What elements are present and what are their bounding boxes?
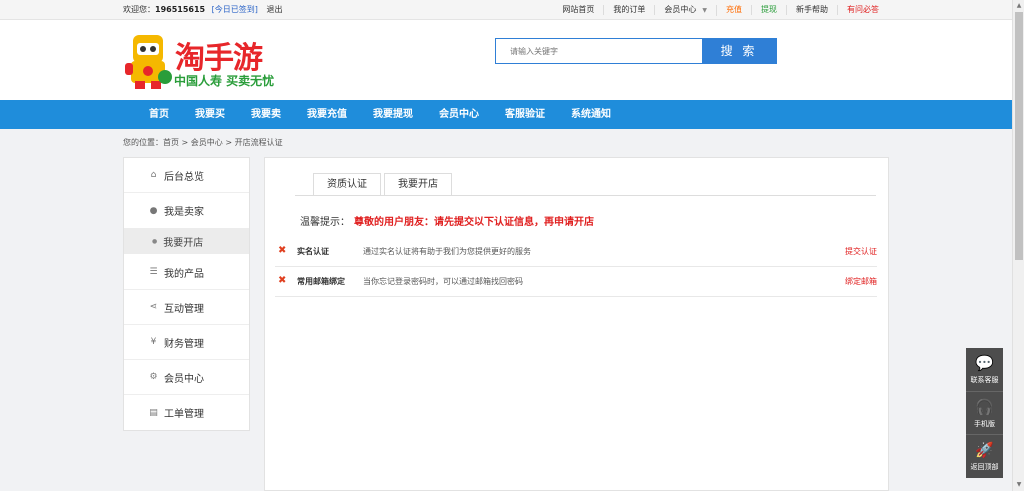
nav-item-withdraw[interactable]: 我要提现 — [360, 100, 426, 129]
yen-icon: ¥ — [150, 337, 157, 347]
sidebar-item-overview[interactable]: ⌂ 后台总览 — [124, 158, 249, 193]
gears-icon: ⚙ — [149, 372, 158, 382]
nav-item-sell[interactable]: 我要卖 — [238, 100, 294, 129]
submit-verification-link[interactable]: 提交认证 — [845, 246, 877, 257]
main-nav: 首页 我要买 我要卖 我要充值 我要提现 会员中心 客服验证 系统通知 — [0, 100, 1012, 129]
sidebar-item-label: 我的产品 — [164, 268, 204, 280]
sidebar-item-label: 财务管理 — [164, 338, 204, 350]
top-link-member-center[interactable]: 会员中心 ▼ — [655, 4, 717, 16]
welcome-text: 欢迎您： — [123, 5, 155, 14]
top-link-recharge[interactable]: 充值 — [717, 5, 752, 15]
chat-icon: 💬 — [975, 354, 994, 372]
sidebar-item-label: 工单管理 — [164, 409, 204, 420]
float-widget: 💬 联系客服 🎧 手机版 🚀 返回顶部 — [966, 348, 1003, 478]
tab-open-shop[interactable]: 我要开店 — [384, 173, 452, 195]
top-link-help[interactable]: 新手帮助 — [787, 5, 838, 15]
logout-link[interactable]: 退出 — [266, 5, 282, 14]
user-icon: ● — [149, 205, 158, 216]
signed-in-link[interactable]: [今日已签到] — [212, 5, 258, 14]
row-title: 实名认证 — [297, 247, 329, 256]
chevron-down-icon: ▼ — [702, 6, 707, 14]
brand-name: 淘手游 — [175, 41, 263, 76]
nav-item-member-center[interactable]: 会员中心 — [426, 100, 492, 129]
list-icon: ☰ — [149, 267, 158, 277]
top-link-faq[interactable]: 有问必答 — [838, 5, 888, 15]
tab-bar: 资质认证 我要开店 — [313, 173, 455, 195]
notice-tip: 温馨提示： 尊敬的用户朋友：请先提交以下认证信息，再申请开店 — [300, 213, 594, 228]
float-label: 返回顶部 — [970, 463, 999, 471]
sidebar-item-seller[interactable]: ● 我是卖家 — [124, 193, 249, 228]
tip-message: 尊敬的用户朋友：请先提交以下认证信息，再申请开店 — [354, 217, 594, 228]
bind-email-link[interactable]: 绑定邮箱 — [845, 276, 877, 287]
top-link-orders[interactable]: 我的订单 — [604, 5, 656, 15]
mobile-version-button[interactable]: 🎧 手机版 — [966, 391, 1003, 433]
top-link-home[interactable]: 网站首页 — [553, 5, 605, 15]
sidebar-item-member-center[interactable]: ⚙ 会员中心 — [124, 360, 249, 395]
verify-row-email: ✖ 常用邮箱绑定 当你忘记登录密码时，可以通过邮箱找回密码 绑定邮箱 — [275, 267, 877, 297]
scroll-down-icon[interactable]: ▼ — [1013, 479, 1024, 491]
brand-slogan: 中国人寿 买卖无忧 — [174, 74, 275, 88]
mascot-icon — [125, 35, 172, 89]
sidebar-item-label: 会员中心 — [164, 373, 204, 385]
sidebar-item-tickets[interactable]: ▤ 工单管理 — [124, 395, 249, 430]
header: 淘手游 中国人寿 买卖无忧 搜 索 — [0, 20, 1012, 100]
sidebar-item-interaction[interactable]: ⋖ 互动管理 — [124, 290, 249, 325]
main-content: 资质认证 我要开店 温馨提示： 尊敬的用户朋友：请先提交以下认证信息，再申请开店 … — [264, 157, 889, 491]
page-scrollbar[interactable]: ▲ ▼ — [1012, 0, 1024, 491]
sidebar-item-label: 我要开店 — [163, 237, 204, 249]
logo[interactable]: 淘手游 中国人寿 买卖无忧 — [125, 33, 285, 91]
tab-qualification[interactable]: 资质认证 — [313, 173, 381, 195]
top-links: 网站首页 我的订单 会员中心 ▼ 充值 提现 新手帮助 有问必答 — [553, 0, 888, 20]
tab-divider — [295, 195, 876, 196]
breadcrumb: 您的位置：首页 > 会员中心 > 开店流程认证 — [123, 138, 283, 147]
contact-service-button[interactable]: 💬 联系客服 — [966, 348, 1003, 390]
verify-row-realname: ✖ 实名认证 通过实名认证将有助于我们为您提供更好的服务 提交认证 — [275, 237, 877, 267]
sidebar-item-label: 互动管理 — [164, 303, 204, 315]
dot-icon: ● — [152, 237, 158, 245]
nav-item-recharge[interactable]: 我要充值 — [294, 100, 360, 129]
sidebar-item-products[interactable]: ☰ 我的产品 — [124, 255, 249, 290]
cross-icon: ✖ — [278, 275, 287, 286]
sidebar-item-label: 我是卖家 — [164, 207, 204, 218]
headset-icon: 🎧 — [975, 398, 994, 416]
rocket-icon: 🚀 — [975, 441, 994, 459]
tip-label: 温馨提示： — [300, 217, 350, 228]
sidebar-item-finance[interactable]: ¥ 财务管理 — [124, 325, 249, 360]
float-label: 联系客服 — [970, 376, 999, 384]
row-desc: 当你忘记登录密码时，可以通过邮箱找回密码 — [363, 277, 523, 286]
welcome-area: 欢迎您：196515615 [今日已签到] 退出 — [123, 4, 282, 15]
search-input[interactable] — [496, 39, 703, 63]
username: 196515615 — [155, 5, 206, 14]
sidebar-item-label: 后台总览 — [164, 171, 204, 183]
nav-item-verify[interactable]: 客服验证 — [492, 100, 558, 129]
cross-icon: ✖ — [278, 245, 287, 256]
nav-item-home[interactable]: 首页 — [136, 100, 182, 129]
search-box: 搜 索 — [495, 38, 777, 64]
nav-item-buy[interactable]: 我要买 — [182, 100, 238, 129]
nav-item-notices[interactable]: 系统通知 — [558, 100, 624, 129]
share-icon: ⋖ — [149, 302, 158, 312]
float-label: 手机版 — [974, 420, 995, 428]
scroll-thumb[interactable] — [1015, 12, 1023, 260]
top-bar: 欢迎您：196515615 [今日已签到] 退出 网站首页 我的订单 会员中心 ▼… — [0, 0, 1012, 20]
scroll-up-icon[interactable]: ▲ — [1013, 0, 1024, 12]
top-link-withdraw[interactable]: 提现 — [752, 5, 787, 15]
sidebar-item-open-shop[interactable]: ● 我要开店 — [124, 228, 249, 254]
member-center-label: 会员中心 — [664, 4, 697, 14]
home-icon: ⌂ — [150, 170, 157, 180]
sidebar: ⌂ 后台总览 ● 我是卖家 ● 我要开店 ☰ 我的产品 ⋖ 互动管理 ¥ 财务管… — [123, 157, 250, 431]
row-title: 常用邮箱绑定 — [297, 277, 345, 286]
row-desc: 通过实名认证将有助于我们为您提供更好的服务 — [363, 247, 531, 256]
search-button[interactable]: 搜 索 — [702, 38, 776, 64]
back-to-top-button[interactable]: 🚀 返回顶部 — [966, 434, 1003, 476]
clipboard-icon: ▤ — [149, 407, 158, 418]
